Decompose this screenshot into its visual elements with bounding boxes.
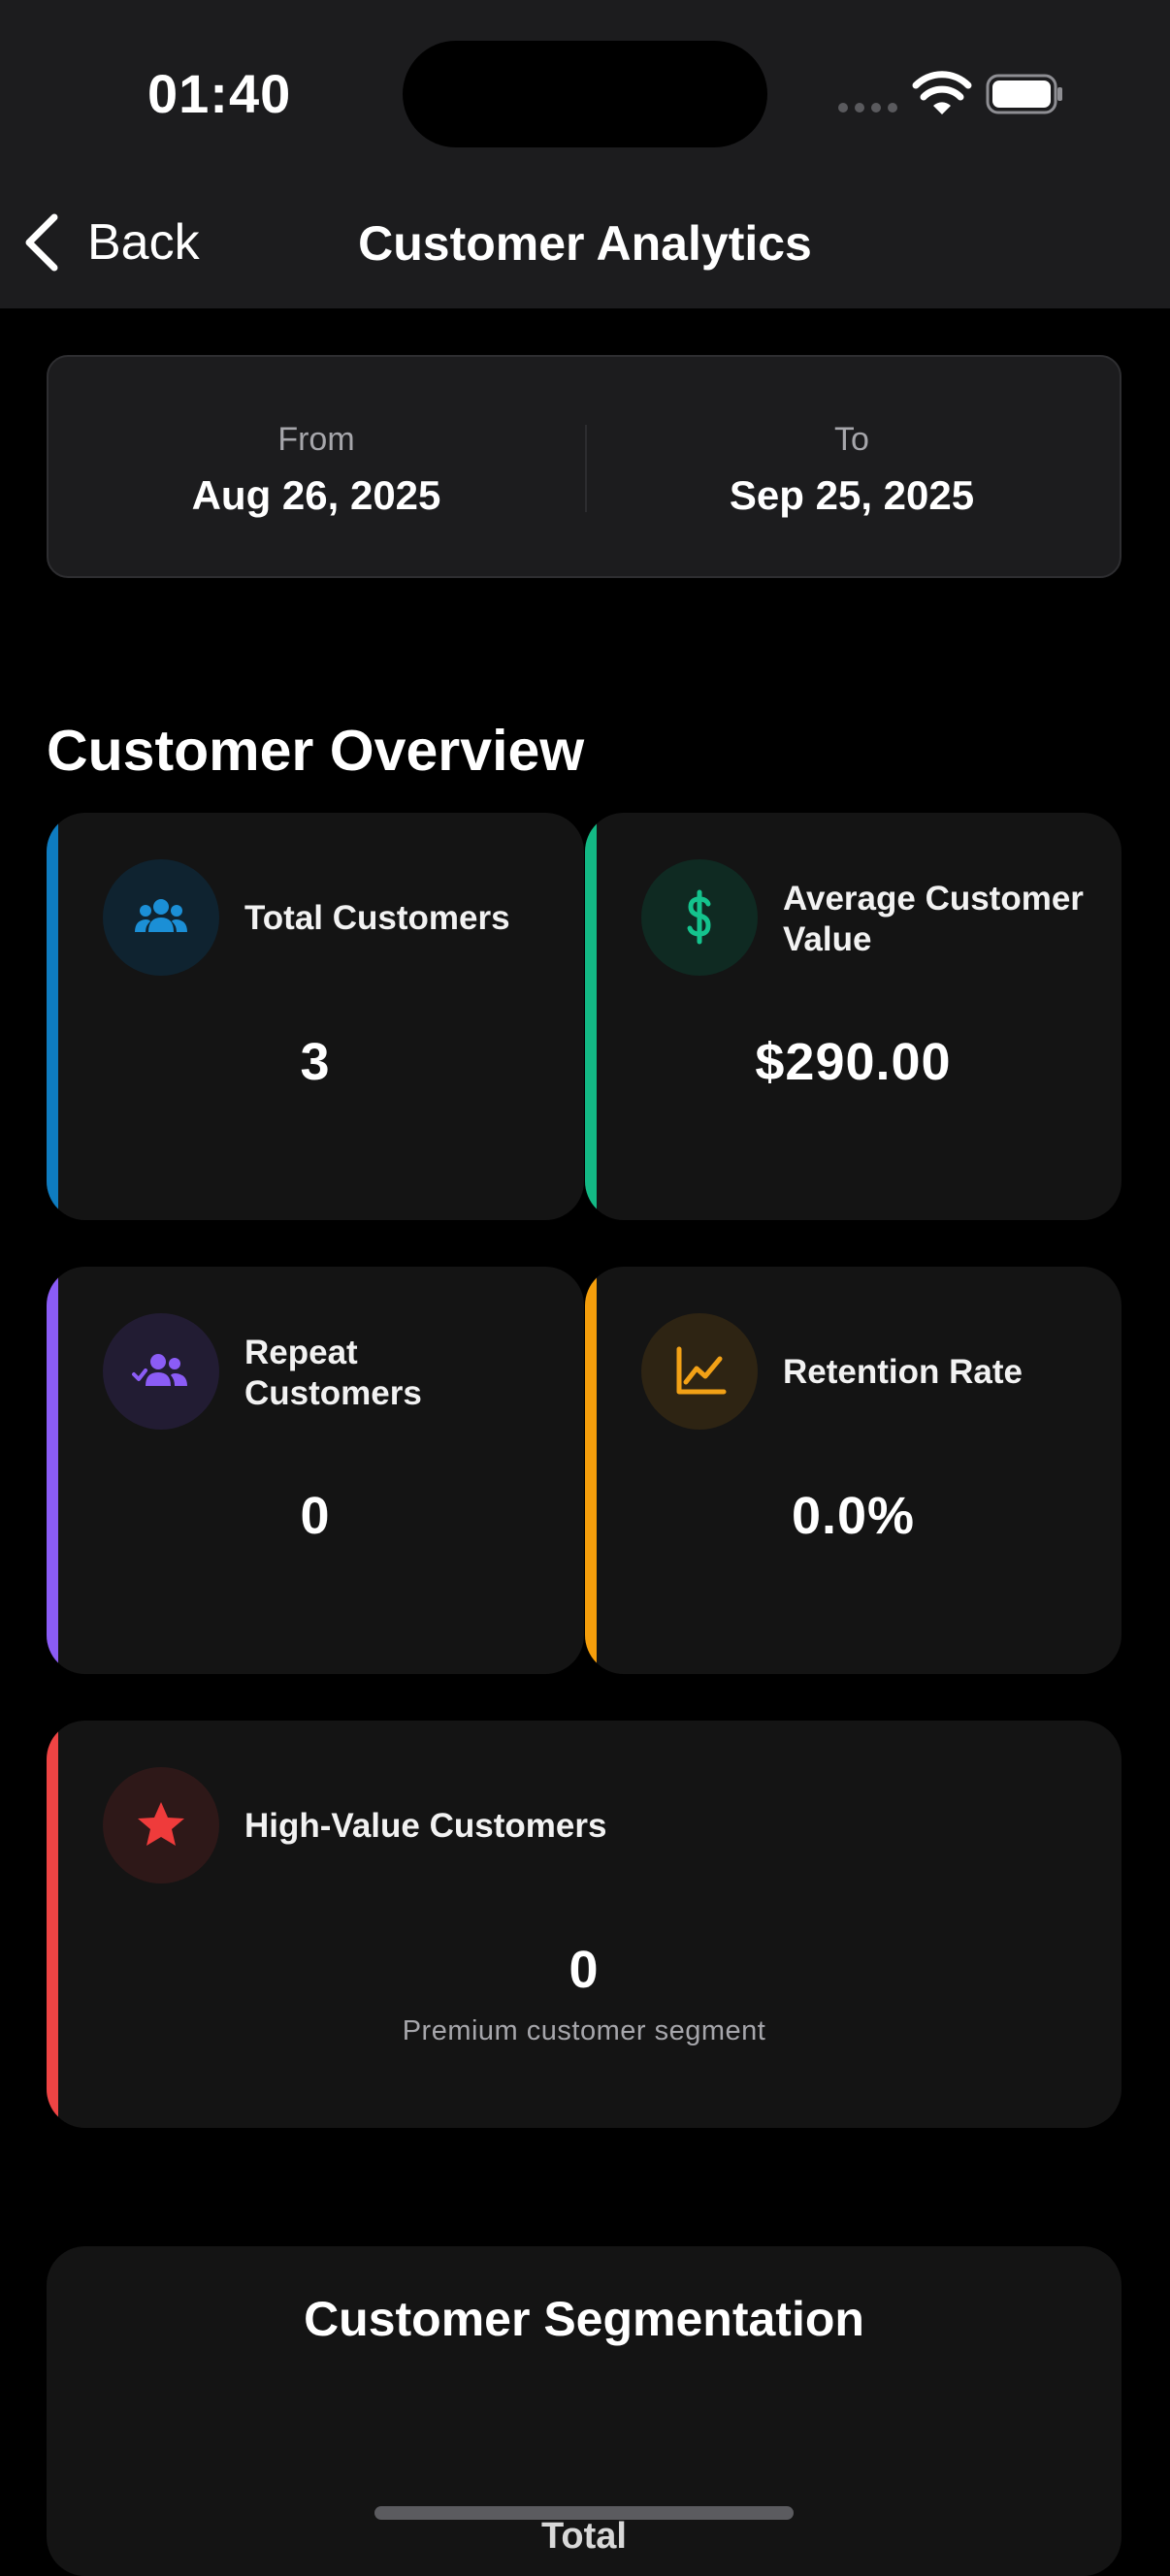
from-value: Aug 26, 2025 [191,472,441,518]
average-customer-value-card: Average Customer Value $290.00 [585,813,1121,1220]
card-value: $290.00 [755,1033,952,1091]
navigation-bar: 01:40 Back Customer Analytics [0,0,1170,308]
battery-icon [986,74,1062,114]
card-value: 0 [300,1487,331,1545]
segmentation-title: Customer Segmentation [304,2292,864,2346]
home-indicator[interactable] [374,2506,794,2520]
from-label: From [277,421,355,458]
card-value: 3 [300,1033,331,1091]
card-value: 0 [569,1941,600,1999]
cellular-signal-icon [838,103,897,113]
user-check-icon [103,1313,219,1430]
date-range-card[interactable]: From Aug 26, 2025 To Sep 25, 2025 [47,355,1121,578]
dynamic-island [403,41,767,147]
to-date[interactable]: To Sep 25, 2025 [584,357,1120,576]
customer-segmentation-card: Customer Segmentation Total [47,2246,1121,2576]
to-label: To [834,421,869,458]
card-label: Total Customers [244,899,510,937]
users-icon [103,859,219,976]
section-title-overview: Customer Overview [47,719,585,783]
wifi-icon [912,71,972,114]
retention-rate-card: Retention Rate 0.0% [585,1267,1121,1674]
status-time: 01:40 [147,63,292,124]
high-value-customers-card: High-Value Customers 0 Premium customer … [47,1721,1121,2128]
card-value: 0.0% [791,1487,916,1545]
from-date[interactable]: From Aug 26, 2025 [49,357,584,576]
repeat-customers-card: Repeat Customers 0 [47,1267,584,1674]
card-accent [585,813,597,1220]
dollar-icon [641,859,758,976]
to-value: Sep 25, 2025 [729,472,975,518]
card-subtitle: Premium customer segment [402,2015,766,2046]
card-label: Retention Rate [783,1353,1023,1391]
page-title: Customer Analytics [358,216,812,271]
card-label: Average Customer Value [783,880,1084,958]
total-customers-card: Total Customers 3 [47,813,584,1220]
line-chart-icon [641,1313,758,1430]
card-label: Repeat Customers [244,1334,422,1412]
segmentation-total-label: Total [541,2516,627,2557]
card-accent [47,1267,58,1674]
card-accent [47,813,58,1220]
card-label: High-Value Customers [244,1807,607,1845]
star-icon [103,1767,219,1884]
card-accent [47,1721,58,2128]
card-accent [585,1267,597,1674]
